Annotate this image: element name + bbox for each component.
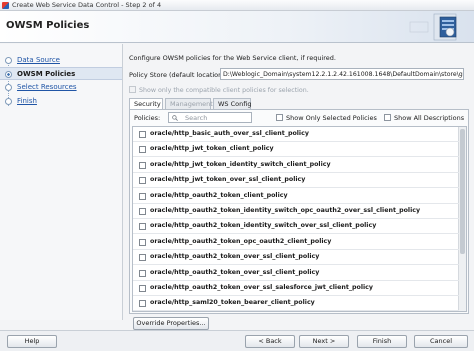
show-selected-label: Show Only Selected Policies	[286, 114, 377, 122]
policy-store-label: Policy Store (default location):	[129, 71, 227, 79]
step-dot-icon	[5, 98, 12, 105]
policy-row[interactable]: oracle/http_oauth2_token_over_ssl_client…	[133, 266, 459, 281]
policy-checkbox[interactable]	[139, 131, 146, 138]
policy-name: oracle/http_basic_auth_over_ssl_client_p…	[150, 130, 309, 137]
policy-name: oracle/http_oauth2_token_client_policy	[150, 191, 288, 199]
window-titlebar: Create Web Service Data Control - Step 2…	[0, 0, 474, 11]
policy-list: oracle/http_basic_auth_over_ssl_client_p…	[132, 126, 467, 312]
nav-step-data-source[interactable]: Data Source	[0, 54, 122, 67]
step-description: Configure OWSM policies for the Web Serv…	[129, 54, 336, 62]
policy-checkbox[interactable]	[139, 161, 146, 169]
step-dot-icon	[5, 57, 12, 64]
main-content: Configure OWSM policies for the Web Serv…	[124, 44, 474, 320]
policy-row[interactable]: oracle/http_oauth2_token_client_policy	[133, 189, 459, 204]
policy-checkbox[interactable]	[139, 269, 146, 277]
policy-row[interactable]: oracle/http_oauth2_token_over_ssl_client…	[133, 250, 459, 266]
policies-label: Policies:	[134, 114, 161, 122]
policy-row[interactable]: oracle/http_jwt_token_over_ssl_client_po…	[133, 173, 459, 189]
compatible-policies-checkbox	[129, 86, 136, 93]
policy-name: oracle/http_saml20_token_bearer_client_p…	[150, 299, 315, 307]
policy-checkbox[interactable]	[139, 146, 146, 154]
back-button[interactable]: < Back	[245, 335, 295, 348]
policy-row[interactable]: oracle/http_oauth2_token_opc_oauth2_clie…	[133, 235, 459, 250]
show-selected-checkbox[interactable]	[276, 114, 283, 121]
help-button[interactable]: Help	[7, 335, 57, 348]
finish-button[interactable]: Finish	[357, 335, 407, 348]
policy-name: oracle/http_jwt_token_over_ssl_client_po…	[150, 176, 306, 184]
override-properties-button[interactable]: Override Properties...	[133, 317, 209, 330]
policy-row[interactable]: oracle/http_saml20_token_bearer_client_p…	[133, 296, 459, 311]
compatible-policies-label: Show only the compatible client policies…	[139, 87, 309, 94]
policy-name: oracle/http_oauth2_token_over_ssl_salesf…	[150, 284, 373, 291]
policy-name: oracle/http_oauth2_token_opc_oauth2_clie…	[150, 237, 332, 245]
policy-row[interactable]: oracle/http_oauth2_token_identity_switch…	[133, 219, 459, 235]
policy-name: oracle/http_oauth2_token_over_ssl_client…	[150, 253, 320, 261]
next-button[interactable]: Next >	[299, 335, 349, 348]
cancel-button[interactable]: Cancel	[414, 335, 468, 348]
app-icon	[2, 2, 9, 9]
policy-row[interactable]: oracle/http_jwt_token_identity_switch_cl…	[133, 158, 459, 173]
policy-store-field[interactable]: D:\Weblogic_Domain\system12.2.1.2.42.161…	[220, 68, 464, 80]
wizard-footer: Help < Back Next > Finish Cancel	[0, 330, 474, 351]
nav-step-finish[interactable]: Finish	[0, 95, 122, 108]
tab-management: Management	[165, 98, 213, 109]
wizard-header: OWSM Policies	[0, 11, 474, 43]
policy-name: oracle/http_jwt_token_identity_switch_cl…	[150, 160, 331, 168]
policy-row[interactable]: oracle/http_oauth2_token_identity_switch…	[133, 204, 459, 219]
tab-ws-config[interactable]: WS Config	[213, 98, 251, 109]
policy-checkbox[interactable]	[139, 177, 146, 185]
window-title: Create Web Service Data Control - Step 2…	[12, 1, 162, 9]
policy-checkbox[interactable]	[139, 223, 146, 231]
show-selected-option[interactable]: Show Only Selected Policies	[276, 114, 377, 122]
wizard-steps-sidebar: Data Source OWSM Policies Select Resourc…	[0, 44, 123, 320]
show-descriptions-checkbox[interactable]	[384, 114, 391, 121]
nav-step-label: Finish	[17, 97, 37, 105]
policy-name: oracle/http_oauth2_token_over_ssl_client…	[150, 268, 320, 276]
nav-step-label: Data Source	[17, 56, 60, 64]
policy-checkbox[interactable]	[139, 285, 146, 292]
wizard-banner-icon	[409, 13, 457, 41]
nav-step-owsm-policies[interactable]: OWSM Policies	[0, 67, 122, 80]
show-descriptions-label: Show All Descriptions	[394, 114, 465, 122]
policy-row[interactable]: oracle/http_basic_auth_over_ssl_client_p…	[133, 127, 459, 142]
security-tab-panel: Policies: Search Show Only Selected Poli…	[129, 109, 469, 314]
policy-checkbox[interactable]	[139, 192, 146, 200]
nav-step-select-resources[interactable]: Select Resources	[0, 81, 122, 94]
policy-name: oracle/http_oauth2_token_identity_switch…	[150, 207, 421, 214]
page-title: OWSM Policies	[6, 20, 90, 31]
nav-step-label: Select Resources	[17, 83, 77, 91]
policy-row[interactable]: oracle/http_jwt_token_client_policy	[133, 142, 459, 158]
policy-name: oracle/http_jwt_token_client_policy	[150, 145, 274, 153]
policy-checkbox[interactable]	[139, 254, 146, 262]
scrollbar-thumb[interactable]	[460, 129, 465, 254]
nav-step-label: OWSM Policies	[17, 70, 76, 78]
policy-checkbox[interactable]	[139, 300, 146, 308]
show-descriptions-option[interactable]: Show All Descriptions	[384, 114, 464, 122]
compatible-policies-option: Show only the compatible client policies…	[129, 86, 309, 94]
step-dot-icon	[5, 84, 12, 91]
policy-list-scrollbar[interactable]	[458, 127, 466, 311]
policy-row[interactable]: oracle/http_oauth2_token_over_ssl_salesf…	[133, 281, 459, 296]
step-dot-active-icon	[5, 71, 12, 78]
policy-checkbox[interactable]	[139, 238, 146, 246]
search-placeholder: Search	[185, 114, 208, 122]
policy-search-input[interactable]: Search	[168, 112, 252, 123]
search-icon	[172, 115, 178, 121]
policy-checkbox[interactable]	[139, 208, 146, 215]
policy-name: oracle/http_oauth2_token_identity_switch…	[150, 222, 377, 230]
